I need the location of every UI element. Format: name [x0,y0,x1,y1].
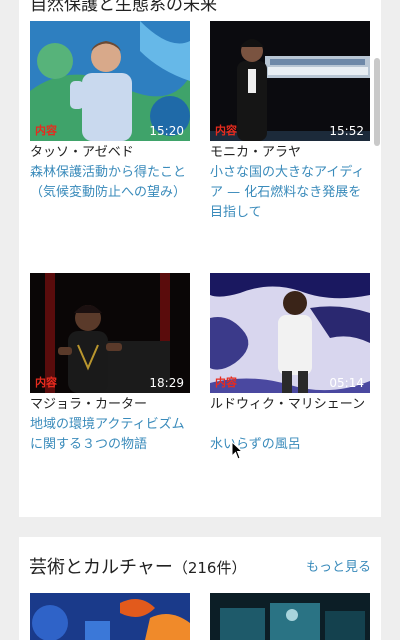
see-more-link[interactable]: もっと見る [306,556,371,575]
talk-thumbnail[interactable]: 内容 05:14 [210,273,370,393]
speaker-name: タッソ・アゼベド [30,145,134,160]
badge-label: 内容 [35,376,57,389]
duration: 18:29 [149,376,184,390]
talk-thumbnail[interactable]: 内容 15:20 [30,21,190,141]
talk-thumbnail[interactable]: 内容 18:29 [30,273,190,393]
duration: 15:20 [149,124,184,138]
scrollbar[interactable] [374,58,380,146]
talk-thumbnail[interactable]: 内容 15:52 [210,21,370,141]
duration: 05:14 [329,376,364,390]
talk-thumbnail[interactable] [210,593,370,640]
talk-title-link[interactable]: 地域の環境アクティビズムに関する３つの物語 [30,415,190,455]
talk-title-link[interactable]: 小さな国の大きなアイディア — 化石燃料なき発展を目指して [210,163,370,223]
category-name: 芸術とカルチャー [29,557,173,578]
mouse-cursor-icon [231,441,244,460]
talk-title-link[interactable]: 森林保護活動から得たこと（気候変動防止への望み） [30,163,190,203]
duration: 15:52 [329,124,364,138]
badge-label: 内容 [35,124,57,137]
speaker-name: ルドウィク・マリシェーン [210,397,366,412]
talk-thumbnail[interactable] [30,593,190,640]
section-title: 自然保護と生態系の未来 [30,0,217,15]
category-title: 芸術とカルチャー（216件） [29,553,246,579]
talk-section-card: 自然保護と生態系の未来 内容 15:20 タッソ・アゼベド 森林保護活動から得た… [19,0,381,517]
category-section-card: 芸術とカルチャー（216件） もっと見る [19,537,381,640]
badge-label: 内容 [215,376,237,389]
category-count: （216件） [172,559,247,577]
thumbnail-image [210,593,370,640]
badge-label: 内容 [215,124,237,137]
speaker-name: モニカ・アラヤ [210,145,302,160]
speaker-name: マジョラ・カーター [30,397,148,412]
thumbnail-image [30,593,190,640]
